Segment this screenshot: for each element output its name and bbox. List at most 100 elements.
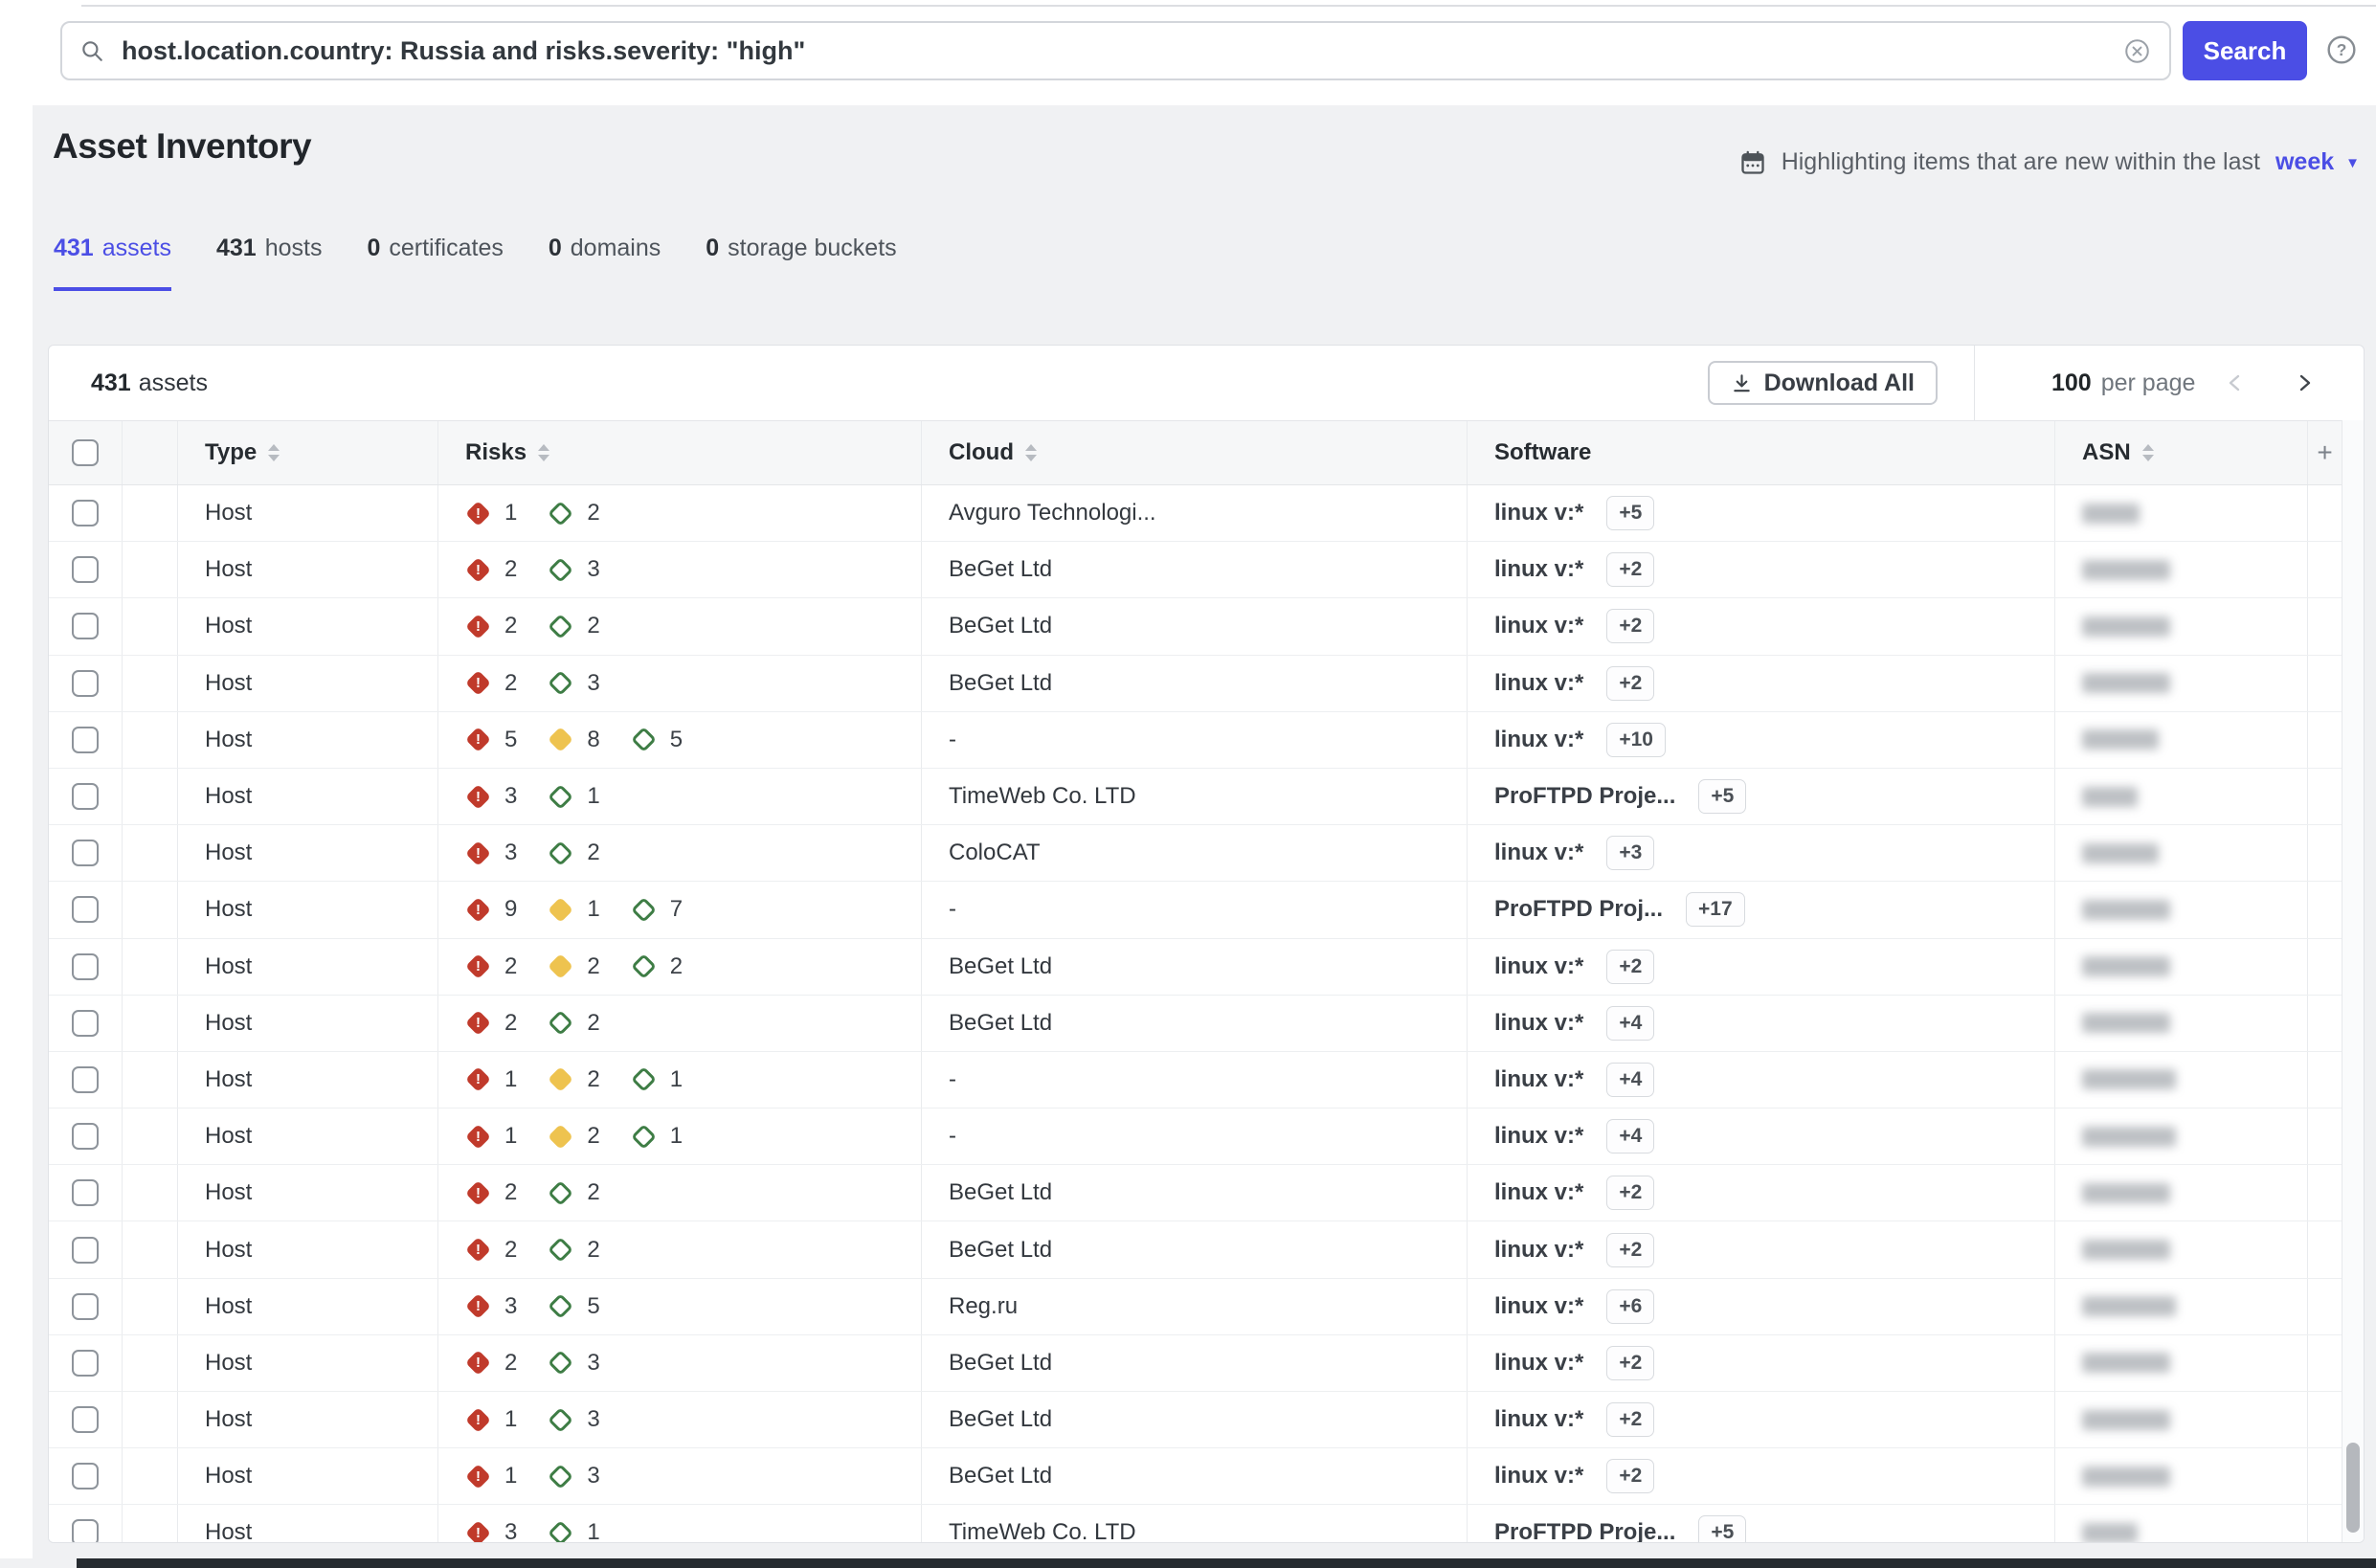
per-page-value[interactable]: 100 (2051, 370, 2092, 397)
cell-expander (123, 542, 178, 598)
cell-software: linux v:* +2 (1468, 1221, 2055, 1278)
row-checkbox[interactable] (72, 1406, 99, 1434)
row-checkbox[interactable] (72, 952, 99, 980)
add-column-icon[interactable]: + (2317, 437, 2332, 468)
tab-hosts[interactable]: 431 hosts (216, 235, 322, 291)
row-checkbox[interactable] (72, 726, 99, 753)
clear-search-icon[interactable] (2124, 38, 2150, 64)
cell-risks: ! 2 2 (438, 995, 922, 1051)
cell-software: linux v:* +5 (1468, 485, 2055, 542)
cell-expander (123, 1278, 178, 1334)
row-checkbox[interactable] (72, 669, 99, 697)
software-more-badge[interactable]: +2 (1606, 552, 1655, 588)
risk-count: 1 (504, 500, 518, 526)
column-header-software[interactable]: Software (1468, 421, 2055, 484)
software-more-badge[interactable]: +2 (1606, 1232, 1655, 1267)
software-more-badge[interactable]: +4 (1606, 1005, 1655, 1041)
row-checkbox[interactable] (72, 1349, 99, 1377)
search-button[interactable]: Search (2183, 21, 2307, 80)
sort-icon[interactable] (538, 444, 550, 461)
tab-domains[interactable]: 0 domains (549, 235, 661, 291)
row-checkbox[interactable] (72, 1463, 99, 1490)
risk-low: 1 (630, 1123, 683, 1150)
exclamation-glyph: ! (476, 1071, 481, 1088)
row-checkbox[interactable] (72, 1236, 99, 1264)
software-more-badge[interactable]: +2 (1606, 1345, 1655, 1380)
software-more-badge[interactable]: +2 (1606, 609, 1655, 644)
cell-software: linux v:* +6 (1468, 1278, 2055, 1334)
cell-cloud: BeGet Ltd (922, 938, 1468, 995)
cell-software: linux v:* +2 (1468, 655, 2055, 711)
sort-icon[interactable] (1024, 444, 1037, 461)
row-checkbox[interactable] (72, 556, 99, 584)
software-more-badge[interactable]: +5 (1698, 779, 1747, 815)
software-more-badge[interactable]: +2 (1606, 1402, 1655, 1438)
table-scrollbar-thumb[interactable] (2346, 1443, 2360, 1533)
cell-expander (123, 598, 178, 655)
row-checkbox[interactable] (72, 783, 99, 811)
cell-cloud: BeGet Ltd (922, 598, 1468, 655)
cell-type: Host (178, 542, 438, 598)
tab-assets[interactable]: 431 assets (54, 235, 171, 291)
row-checkbox[interactable] (72, 1009, 99, 1037)
row-checkbox[interactable] (72, 840, 99, 867)
software-more-badge[interactable]: +5 (1698, 1515, 1747, 1542)
cell-expander (123, 485, 178, 542)
cell-type: Host (178, 485, 438, 542)
risk-high-icon: ! (465, 556, 491, 583)
exclamation-glyph: ! (476, 731, 481, 749)
column-header-cloud[interactable]: Cloud (922, 421, 1468, 484)
cell-cloud: TimeWeb Co. LTD (922, 1505, 1468, 1542)
software-more-badge[interactable]: +2 (1606, 1176, 1655, 1211)
software-more-badge[interactable]: +10 (1606, 722, 1666, 757)
column-header-asn[interactable]: ASN (2055, 421, 2308, 484)
cell-add (2308, 882, 2342, 938)
cell-asn (2055, 1505, 2308, 1542)
risk-high: ! 2 (465, 613, 517, 639)
tab-certificates[interactable]: 0 certificates (367, 235, 503, 291)
cell-asn (2055, 485, 2308, 542)
chevron-left-icon[interactable] (2224, 371, 2247, 394)
search-box[interactable] (60, 21, 2171, 80)
software-name: linux v:* (1494, 500, 1584, 526)
search-input[interactable] (120, 34, 2124, 67)
risk-low: 3 (548, 1406, 600, 1433)
row-checkbox[interactable] (72, 1519, 99, 1542)
software-more-badge[interactable]: +17 (1686, 892, 1745, 928)
risk-low: 3 (548, 1350, 600, 1377)
row-checkbox[interactable] (72, 1292, 99, 1320)
software-more-badge[interactable]: +3 (1606, 836, 1655, 871)
software-more-badge[interactable]: +2 (1606, 949, 1655, 984)
software-more-badge[interactable]: +5 (1606, 496, 1655, 531)
software-more-badge[interactable]: +2 (1606, 1459, 1655, 1494)
risk-count: 2 (587, 500, 600, 526)
cell-add (2308, 938, 2342, 995)
row-checkbox[interactable] (72, 1179, 99, 1207)
software-more-badge[interactable]: +4 (1606, 1062, 1655, 1097)
sort-icon[interactable] (2141, 444, 2154, 461)
cell-software: linux v:* +2 (1468, 1448, 2055, 1505)
row-checkbox[interactable] (72, 1123, 99, 1151)
table-row: Host ! 2 2 BeGet Ltd linux v:* +4 (49, 995, 2364, 1052)
column-header-type[interactable]: Type (178, 421, 438, 484)
software-more-badge[interactable]: +4 (1606, 1119, 1655, 1154)
exclamation-glyph: ! (476, 1355, 481, 1372)
tab-storage-buckets[interactable]: 0 storage buckets (706, 235, 896, 291)
row-checkbox[interactable] (72, 1065, 99, 1093)
help-icon[interactable]: ? (2326, 34, 2357, 65)
risk-low-icon (548, 1463, 574, 1490)
column-header-risks[interactable]: Risks (438, 421, 922, 484)
sort-icon[interactable] (268, 444, 280, 461)
risk-high: ! 1 (465, 1406, 517, 1433)
software-name: linux v:* (1494, 1009, 1584, 1036)
cell-add (2308, 598, 2342, 655)
chevron-right-icon[interactable] (2293, 371, 2316, 394)
select-all-checkbox[interactable] (72, 439, 99, 466)
row-checkbox[interactable] (72, 613, 99, 640)
row-checkbox[interactable] (72, 896, 99, 924)
software-more-badge[interactable]: +2 (1606, 665, 1655, 701)
row-checkbox[interactable] (72, 500, 99, 527)
highlight-period-dropdown[interactable]: week (2275, 148, 2334, 176)
download-all-button[interactable]: Download All (1707, 361, 1938, 405)
software-more-badge[interactable]: +6 (1606, 1288, 1655, 1324)
